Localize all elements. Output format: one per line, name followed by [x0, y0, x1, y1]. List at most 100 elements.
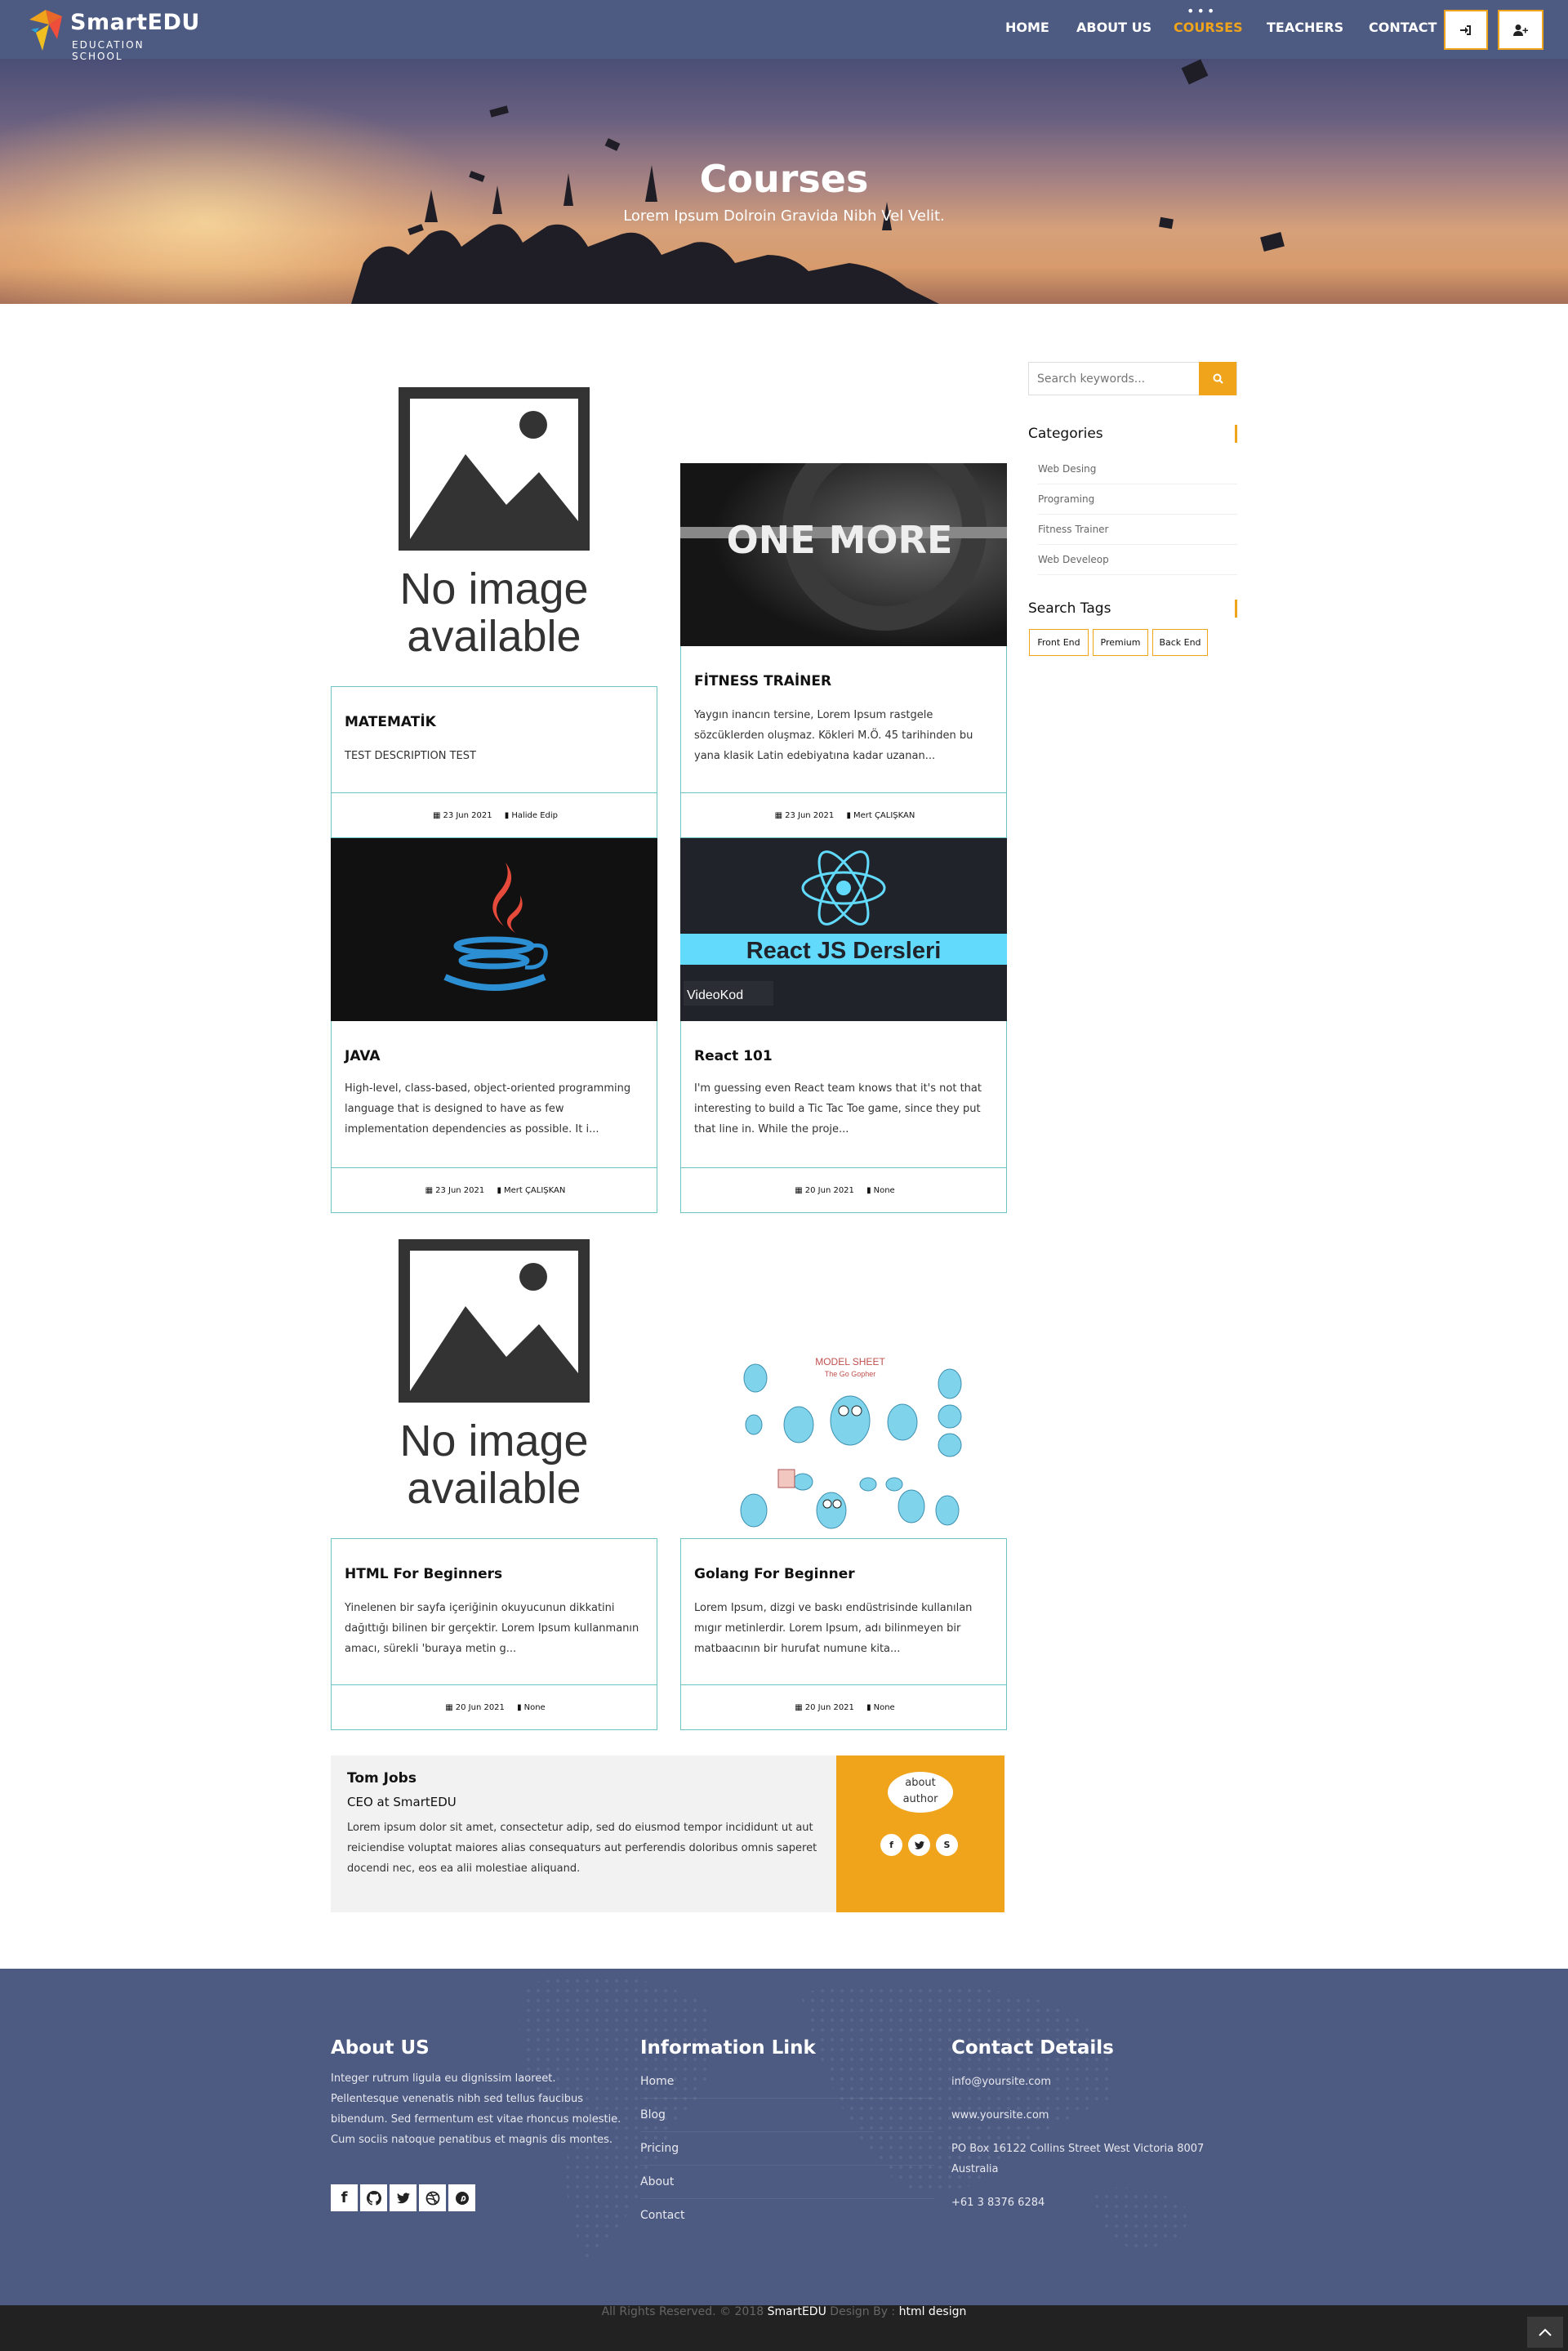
calendar-icon: ▦ — [445, 1703, 453, 1712]
course-image-fitness[interactable]: ONE MORE — [680, 463, 1007, 646]
course-description: Lorem Ipsum, dizgi ve baskı endüstrisind… — [694, 1602, 973, 1655]
copyright-brand-link[interactable]: SmartEDU — [768, 2305, 826, 2318]
course-date: 23 Jun 2021 — [785, 811, 835, 820]
course-meta: ▦ 23 Jun 2021 ▮ Halide Edip — [331, 792, 657, 838]
course-title[interactable]: JAVA — [345, 1048, 381, 1064]
course-description: TEST DESCRIPTION TEST — [345, 750, 476, 762]
author-box: Tom Jobs CEO at SmartEDU Lorem ipsum dol… — [331, 1755, 1004, 1912]
author-photo-panel: about author f S — [836, 1755, 1004, 1912]
course-image-placeholder[interactable]: No image available — [331, 1226, 657, 1538]
footer-link-contact[interactable]: Contact — [640, 2199, 934, 2233]
react-logo-image: React JS Dersleri VideoKod — [680, 850, 1007, 1006]
dribbble-icon[interactable] — [419, 2184, 446, 2211]
tag-front-end[interactable]: Front End — [1029, 629, 1089, 656]
copyright-text: All Rights Reserved. © 2018 — [601, 2305, 764, 2318]
author-bio: Lorem ipsum dolor sit amet, consectetur … — [347, 1822, 817, 1875]
copyright-bar: All Rights Reserved. © 2018 SmartEDU Des… — [0, 2305, 1568, 2351]
nav-teachers[interactable]: TEACHERS — [1267, 20, 1343, 35]
search-icon — [1213, 373, 1223, 384]
course-meta: ▦ 20 Jun 2021 ▮ None — [331, 1684, 657, 1730]
footer-links-heading: Information Link — [640, 2037, 816, 2059]
search-tags-heading: Search Tags — [1028, 600, 1237, 618]
pinterest-icon[interactable] — [448, 2184, 475, 2211]
nav-home[interactable]: HOME — [1005, 20, 1049, 35]
course-title[interactable]: FİTNESS TRAİNER — [694, 673, 831, 689]
designer-link[interactable]: html design — [899, 2305, 967, 2318]
footer-link-blog[interactable]: Blog — [640, 2099, 934, 2132]
course-image-golang[interactable]: MODEL SHEET The Go Gopher — [680, 1355, 1007, 1538]
course-card-react[interactable]: React 101 I'm guessing even React team k… — [680, 1021, 1007, 1167]
course-meta: ▦ 20 Jun 2021 ▮ None — [680, 1167, 1007, 1213]
course-title[interactable]: HTML For Beginners — [345, 1566, 502, 1582]
book-icon: ▮ — [497, 1186, 501, 1195]
footer-email[interactable]: info@yoursite.com — [951, 2072, 1213, 2092]
course-image-java[interactable] — [331, 838, 657, 1021]
nav-contact[interactable]: CONTACT — [1369, 20, 1437, 35]
category-fitness-trainer[interactable]: Fitness Trainer — [1038, 515, 1237, 545]
gopher-model-sheet-image: MODEL SHEET The Go Gopher — [740, 1356, 962, 1529]
course-date: 20 Jun 2021 — [804, 1703, 854, 1712]
course-title[interactable]: MATEMATİK — [345, 714, 436, 730]
course-card-java[interactable]: JAVA High-level, class-based, object-ori… — [331, 1021, 657, 1167]
logo[interactable]: SmartEDU EDUCATION SCHOOL — [24, 7, 199, 62]
brand-tagline: EDUCATION SCHOOL — [72, 39, 145, 62]
user-plus-icon — [1513, 24, 1528, 36]
github-icon[interactable] — [360, 2184, 387, 2211]
facebook-icon[interactable]: f — [331, 2184, 358, 2211]
no-image-text: No image available — [399, 564, 588, 661]
category-web-develeop[interactable]: Web Develeop — [1038, 545, 1237, 575]
course-date: 23 Jun 2021 — [443, 811, 492, 820]
course-author: None — [873, 1703, 895, 1712]
site-header: SmartEDU EDUCATION SCHOOL HOME ABOUT US … — [0, 0, 1568, 62]
course-card-html[interactable]: HTML For Beginners Yinelenen bir sayfa i… — [331, 1538, 657, 1684]
course-card-matematik[interactable]: MATEMATİK TEST DESCRIPTION TEST — [331, 686, 657, 792]
register-button[interactable] — [1498, 10, 1544, 50]
brand-name: SmartEDU — [70, 10, 200, 35]
course-meta: ▦ 20 Jun 2021 ▮ None — [680, 1684, 1007, 1730]
footer-link-home[interactable]: Home — [640, 2065, 934, 2099]
course-image-react[interactable]: React JS Dersleri VideoKod — [680, 838, 1007, 1021]
facebook-icon[interactable]: f — [880, 1834, 902, 1856]
search-button[interactable] — [1199, 362, 1236, 395]
logo-mark-icon — [29, 10, 62, 51]
footer-link-pricing[interactable]: Pricing — [640, 2132, 934, 2166]
author-photo: about author — [888, 1772, 953, 1813]
course-author: None — [523, 1703, 546, 1712]
twitter-icon[interactable] — [390, 2184, 416, 2211]
active-indicator-dots: ••• — [1187, 3, 1218, 19]
course-date: 20 Jun 2021 — [455, 1703, 505, 1712]
course-card-fitness[interactable]: FİTNESS TRAİNER Yaygın inancın tersine, … — [680, 646, 1007, 792]
banner-title: Courses — [699, 157, 869, 201]
book-icon: ▮ — [866, 1703, 871, 1712]
footer-website[interactable]: www.yoursite.com — [951, 2105, 1213, 2126]
twitter-icon[interactable] — [908, 1834, 930, 1856]
scroll-to-top-button[interactable] — [1527, 2317, 1563, 2348]
java-logo-icon — [443, 863, 548, 991]
category-web-desing[interactable]: Web Desing — [1038, 454, 1237, 484]
course-image-placeholder[interactable]: No image available — [331, 374, 657, 686]
course-card-golang[interactable]: Golang For Beginner Lorem Ipsum, dizgi v… — [680, 1538, 1007, 1684]
react-image-text: React JS Dersleri — [746, 938, 942, 964]
banner-subtitle: Lorem Ipsum Dolroin Gravida Nibh Vel Vel… — [623, 207, 945, 225]
calendar-icon: ▦ — [425, 1186, 434, 1195]
course-date: 20 Jun 2021 — [804, 1186, 854, 1195]
categories-heading: Categories — [1028, 425, 1237, 443]
footer-link-about[interactable]: About — [640, 2166, 934, 2199]
course-author: Mert ÇALIŞKAN — [503, 1186, 566, 1195]
chevron-up-icon — [1539, 2328, 1552, 2336]
nav-courses[interactable]: COURSES — [1174, 20, 1243, 35]
category-programing[interactable]: Programing — [1038, 484, 1237, 515]
site-footer: About US Integer rutrum ligula eu dignis… — [0, 1969, 1568, 2305]
footer-address: PO Box 16122 Collins Street West Victori… — [951, 2143, 1205, 2175]
tag-back-end[interactable]: Back End — [1152, 629, 1208, 656]
skype-icon[interactable]: S — [936, 1834, 958, 1856]
login-button[interactable] — [1444, 10, 1488, 50]
course-title[interactable]: React 101 — [694, 1048, 773, 1064]
course-date: 23 Jun 2021 — [435, 1186, 485, 1195]
course-title[interactable]: Golang For Beginner — [694, 1566, 855, 1582]
nav-about-us[interactable]: ABOUT US — [1076, 20, 1152, 35]
model-sheet-subtitle: The Go Gopher — [825, 1370, 876, 1378]
course-description: Yinelenen bir sayfa içeriğinin okuyucunu… — [345, 1602, 639, 1655]
tag-premium[interactable]: Premium — [1093, 629, 1148, 656]
search-input[interactable] — [1029, 363, 1200, 395]
